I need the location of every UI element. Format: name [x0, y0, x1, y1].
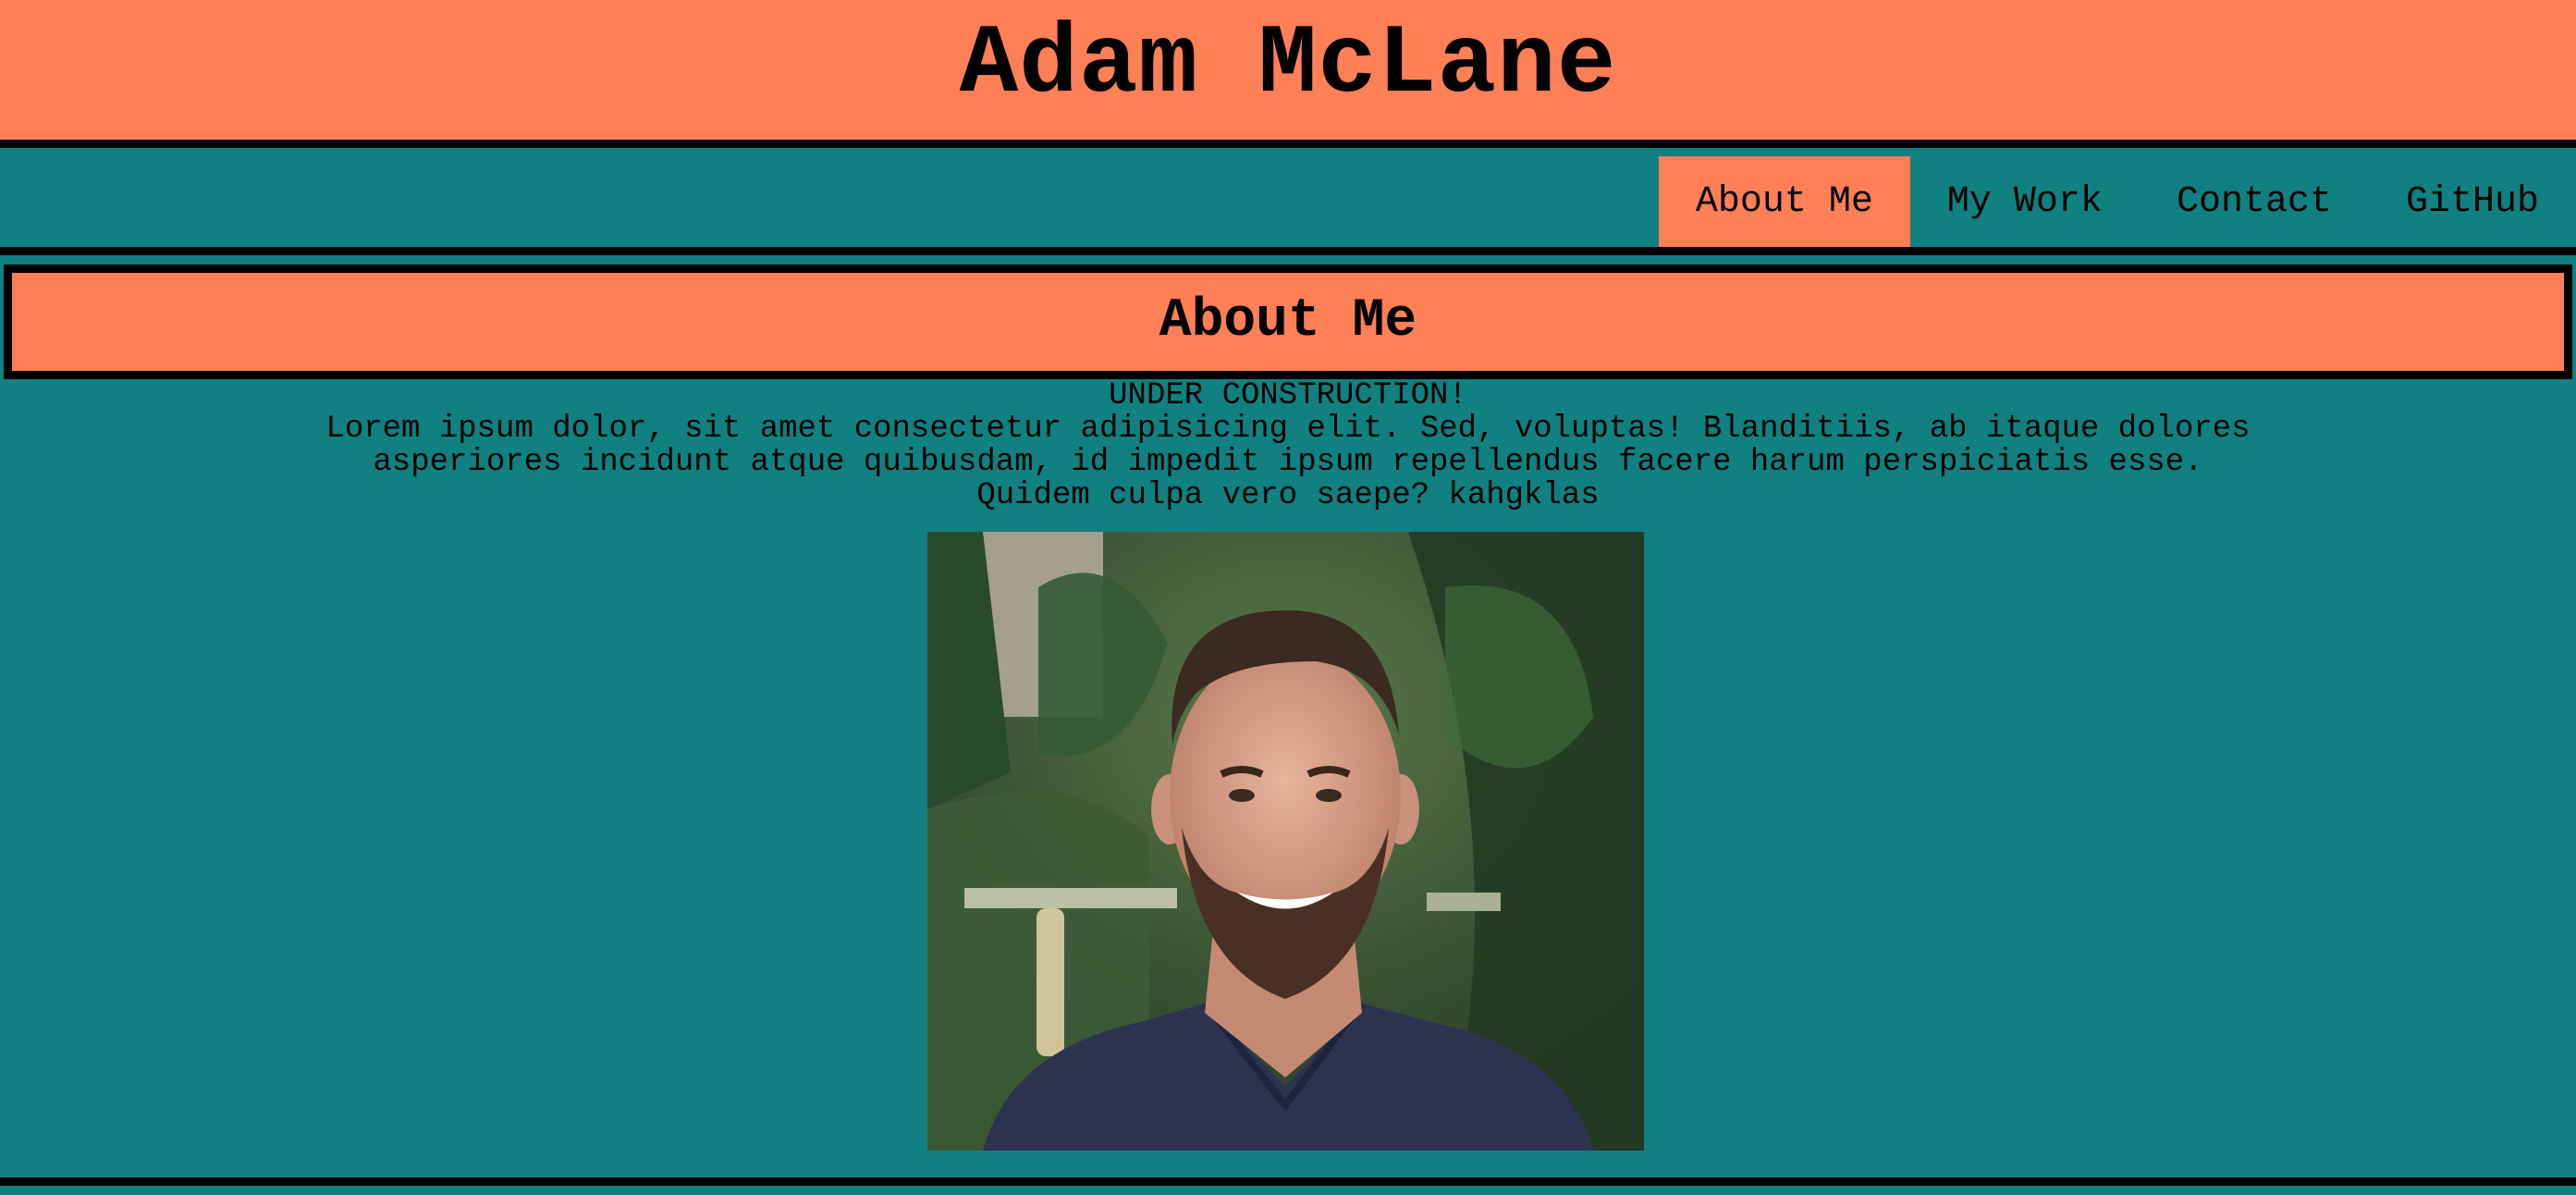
nav-item-my-work[interactable]: My Work [1910, 156, 2140, 247]
about-paragraph-line-2: asperiores incidunt atque quibusdam, id … [373, 445, 2203, 480]
nav-item-github[interactable]: GitHub [2369, 156, 2576, 247]
about-paragraph-line-1: Lorem ipsum dolor, sit amet consectetur … [325, 412, 2251, 447]
nav-item-about-me[interactable]: About Me [1658, 156, 1910, 247]
about-text: UNDER CONSTRUCTION! Lorem ipsum dolor, s… [0, 379, 2576, 512]
section-heading: About Me [1159, 291, 1417, 351]
profile-photo [927, 532, 1644, 1151]
site-header: Adam McLane [0, 0, 2576, 148]
construction-notice: UNDER CONSTRUCTION! [1109, 378, 1467, 413]
about-section-banner: About Me [4, 265, 2572, 379]
site-title: Adam McLane [959, 8, 1617, 120]
about-paragraph-line-3: Quidem culpa vero saepe? kahgklas [976, 478, 1600, 513]
nav-bar: About Me My Work Contact GitHub [0, 156, 2576, 255]
footer-divider [0, 1177, 2576, 1186]
nav-item-contact[interactable]: Contact [2140, 156, 2369, 247]
nav-list: About Me My Work Contact GitHub [1658, 156, 2576, 247]
